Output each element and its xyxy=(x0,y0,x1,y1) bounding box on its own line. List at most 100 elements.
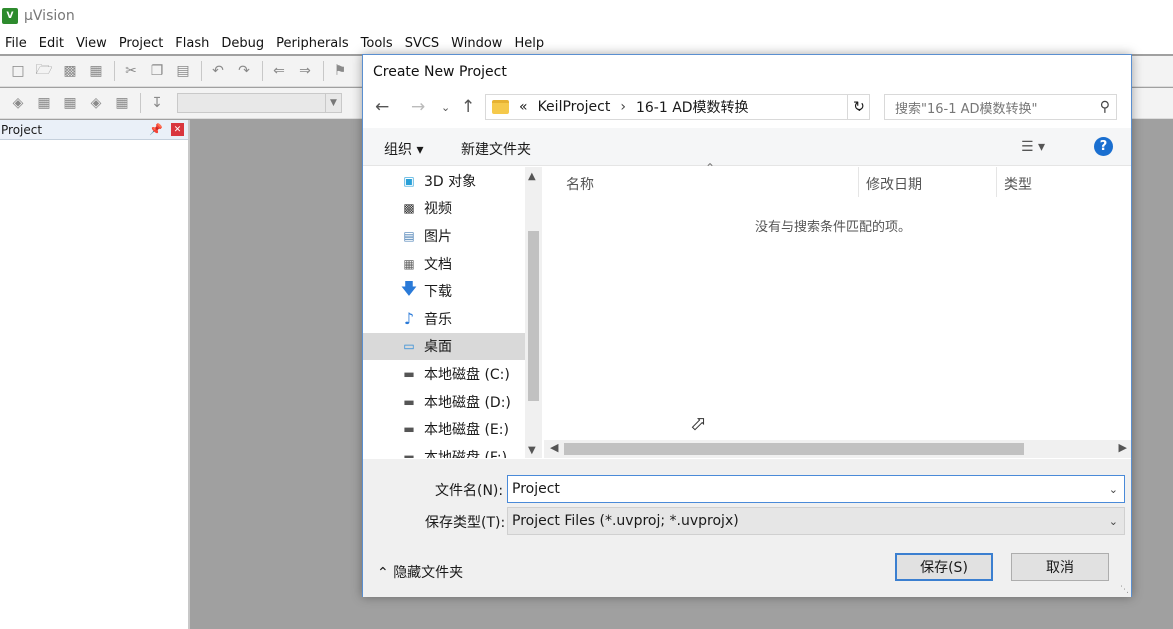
new-file-icon[interactable]: □ xyxy=(8,61,28,81)
scrollbar-thumb[interactable] xyxy=(564,443,1024,455)
cancel-button[interactable]: 取消 xyxy=(1011,553,1109,581)
create-project-dialog: Create New Project ← → ⌄ ↑ « KeilProject… xyxy=(362,54,1132,597)
target-select[interactable]: ▼ xyxy=(177,93,342,113)
nav-item-label: 下载 xyxy=(424,284,452,301)
up-arrow-icon[interactable]: ↑ xyxy=(461,97,475,117)
save-all-icon[interactable]: ▦ xyxy=(86,61,106,81)
chevron-down-icon[interactable]: ⌄ xyxy=(1109,515,1118,528)
scroll-right-icon[interactable]: ▶ xyxy=(1119,441,1127,454)
menu-help[interactable]: Help xyxy=(509,36,551,51)
app-titlebar: V µVision xyxy=(0,0,1173,32)
filetype-value: Project Files (*.uvproj; *.uvprojx) xyxy=(512,513,739,529)
filetype-label: 保存类型(T): xyxy=(425,515,506,531)
paste-icon[interactable]: ▤ xyxy=(173,61,193,81)
nav-item-label: 3D 对象 xyxy=(424,173,477,190)
nav-item-label: 视频 xyxy=(424,201,452,218)
save-icon[interactable]: ▩ xyxy=(60,61,80,81)
nav-item-label: 文档 xyxy=(424,256,452,273)
horizontal-scrollbar[interactable]: ◀ ▶ xyxy=(544,440,1131,458)
project-panel: Project 📌 ✕ xyxy=(0,120,190,629)
hide-folders-label: 隐藏文件夹 xyxy=(393,565,464,581)
nav-back-icon[interactable]: ⇐ xyxy=(269,61,289,81)
pin-icon[interactable]: 📌 xyxy=(149,123,163,136)
nav-item-desktop[interactable]: ▭ 桌面 xyxy=(363,332,525,361)
column-header-name[interactable]: 名称 xyxy=(566,174,594,194)
cut-icon[interactable]: ✂ xyxy=(121,61,141,81)
rebuild-icon[interactable]: ▦ xyxy=(60,93,80,113)
menu-edit[interactable]: Edit xyxy=(34,36,71,51)
dialog-footer: 文件名(N): Project ⌄ 保存类型(T): Project Files… xyxy=(363,459,1131,597)
hide-folders-toggle[interactable]: ⌃ 隐藏文件夹 xyxy=(377,562,463,582)
column-divider[interactable] xyxy=(858,167,859,197)
dialog-title: Create New Project xyxy=(373,64,507,80)
resize-grip-icon[interactable]: ⋱ xyxy=(1120,585,1129,595)
refresh-icon[interactable]: ↻ xyxy=(847,94,870,120)
menu-peripherals[interactable]: Peripherals xyxy=(271,36,356,51)
bookmark-icon[interactable]: ⚑ xyxy=(330,61,350,81)
translate-icon[interactable]: ◈ xyxy=(8,93,28,113)
copy-icon[interactable]: ❐ xyxy=(147,61,167,81)
app-title: µVision xyxy=(24,8,75,24)
menu-file[interactable]: File xyxy=(0,36,34,51)
breadcrumb-current-folder[interactable]: 16-1 AD模数转换 xyxy=(636,97,749,117)
scroll-left-icon[interactable]: ◀ xyxy=(550,441,558,454)
nav-item-pictures[interactable]: ▤ 图片 xyxy=(363,222,525,250)
nav-item-3d-objects[interactable]: ▣ 3D 对象 xyxy=(363,167,525,195)
column-header-modified[interactable]: 修改日期 xyxy=(866,174,922,194)
stop-build-icon[interactable]: ▦ xyxy=(112,93,132,113)
menu-flash[interactable]: Flash xyxy=(170,36,216,51)
scrollbar-thumb[interactable] xyxy=(528,231,539,401)
nav-item-downloads[interactable]: 🡇 下载 xyxy=(363,277,525,305)
chevron-down-icon[interactable]: ⌄ xyxy=(1109,483,1118,496)
scroll-up-icon[interactable]: ▲ xyxy=(528,171,536,182)
navigation-pane: ▣ 3D 对象 ▩ 视频 ▤ 图片 ▦ 文档 🡇 下载 ♪ 音乐 ▭ 桌面 ▬ xyxy=(363,167,525,458)
menubar: File Edit View Project Flash Debug Perip… xyxy=(0,32,1173,54)
menu-svcs[interactable]: SVCS xyxy=(400,36,446,51)
filetype-select[interactable]: Project Files (*.uvproj; *.uvprojx) ⌄ xyxy=(507,507,1125,535)
filename-input[interactable]: Project ⌄ xyxy=(507,475,1125,503)
desktop-icon: ▭ xyxy=(403,339,415,354)
nav-item-documents[interactable]: ▦ 文档 xyxy=(363,250,525,278)
nav-item-drive-e[interactable]: ▬ 本地磁盘 (E:) xyxy=(363,415,525,443)
empty-results-message: 没有与搜索条件匹配的项。 xyxy=(755,220,912,235)
new-folder-button[interactable]: 新建文件夹 xyxy=(461,139,531,159)
menu-tools[interactable]: Tools xyxy=(356,36,400,51)
save-button[interactable]: 保存(S) xyxy=(895,553,993,581)
nav-item-label: 图片 xyxy=(424,228,452,245)
menu-debug[interactable]: Debug xyxy=(216,36,271,51)
nav-item-drive-f[interactable]: ▬ 本地磁盘 (F:) xyxy=(363,443,525,458)
breadcrumb-overflow[interactable]: « xyxy=(519,99,528,115)
column-header-type[interactable]: 类型 xyxy=(1004,174,1032,194)
undo-icon[interactable]: ↶ xyxy=(208,61,228,81)
breadcrumb-keilproject[interactable]: KeilProject xyxy=(538,99,611,115)
download-load-icon[interactable]: ↧ xyxy=(147,93,167,113)
search-icon[interactable]: ⚲ xyxy=(1100,99,1110,115)
view-options-icon[interactable]: ☰ ▾ xyxy=(1021,139,1045,155)
open-file-icon[interactable]: 🗁 xyxy=(34,61,54,81)
recent-locations-icon[interactable]: ⌄ xyxy=(441,101,450,114)
menu-project[interactable]: Project xyxy=(114,36,170,51)
address-bar[interactable]: « KeilProject › 16-1 AD模数转换 ⌄ xyxy=(485,94,870,120)
nav-item-music[interactable]: ♪ 音乐 xyxy=(363,305,525,333)
search-box[interactable]: 搜索"16-1 AD模数转换" ⚲ xyxy=(884,94,1117,120)
nav-item-drive-d[interactable]: ▬ 本地磁盘 (D:) xyxy=(363,388,525,416)
menu-window[interactable]: Window xyxy=(446,36,509,51)
sort-ascending-icon: ⌃ xyxy=(705,161,716,175)
column-divider[interactable] xyxy=(996,167,997,197)
build-icon[interactable]: ▦ xyxy=(34,93,54,113)
nav-item-drive-c[interactable]: ▬ 本地磁盘 (C:) xyxy=(363,360,525,388)
document-icon: ▦ xyxy=(403,256,415,271)
help-icon[interactable]: ? xyxy=(1094,137,1113,156)
nav-scrollbar[interactable]: ▲ ▼ xyxy=(525,167,542,458)
nav-item-videos[interactable]: ▩ 视频 xyxy=(363,195,525,223)
video-icon: ▩ xyxy=(403,201,415,216)
back-arrow-icon[interactable]: ← xyxy=(375,97,389,117)
close-icon[interactable]: ✕ xyxy=(171,123,184,136)
forward-arrow-icon[interactable]: → xyxy=(411,97,425,117)
menu-view[interactable]: View xyxy=(71,36,114,51)
organize-button[interactable]: 组织 ▾ xyxy=(384,139,423,159)
nav-forward-icon[interactable]: ⇒ xyxy=(295,61,315,81)
batch-build-icon[interactable]: ◈ xyxy=(86,93,106,113)
redo-icon[interactable]: ↷ xyxy=(234,61,254,81)
scroll-down-icon[interactable]: ▼ xyxy=(528,445,536,456)
